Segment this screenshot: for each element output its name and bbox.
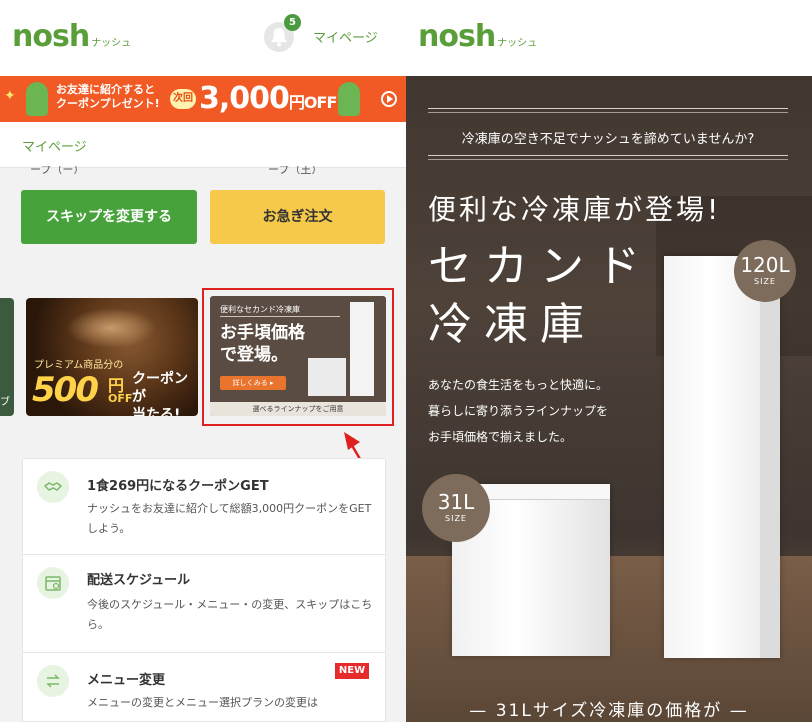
coupon-line2: 当たる! — [132, 407, 181, 416]
banner-line1: お友達に紹介すると — [56, 83, 155, 96]
menu-desc: ナッシュをお友達に紹介して総額3,000円クーポンをGETしよう。 — [87, 502, 372, 535]
freezer-lp-screen: nosh ナッシュ 冷凍庫の空き不足でナッシュを諦めていませんか? 便利な冷凍庫が… — [406, 0, 812, 722]
referral-banner[interactable]: ✦ お友達に紹介すると クーポンプレゼント! 次回 3,000円OFF — [0, 76, 406, 122]
tall-freezer-image — [664, 256, 780, 658]
person-illustration — [26, 82, 48, 116]
hamburg-image — [66, 308, 156, 348]
size-badge-small: 31L SIZE — [422, 474, 490, 542]
hero-title-1: セカンド — [428, 241, 652, 292]
play-icon[interactable] — [381, 91, 397, 107]
menu-item-schedule[interactable]: 配送スケジュール 今後のスケジュール・メニュー・の変更、スキップはこちら。 — [23, 555, 385, 653]
calendar-icon — [45, 576, 61, 591]
coupon-off: OFF — [108, 392, 133, 405]
promo-card-coupon[interactable]: プレミアム商品分の 500 円 OFF クーポンが 当たる! — [26, 298, 198, 416]
menu-desc: メニューの変更とメニュー選択プランの変更は — [87, 696, 318, 709]
menu-title: メニュー変更 — [87, 673, 166, 688]
mypage-link[interactable]: マイページ — [313, 27, 378, 46]
menu-desc: 今後のスケジュール・メニュー・の変更、スキップはこちら。 — [87, 598, 373, 631]
banner-amount: 3,000 — [199, 81, 290, 116]
header: nosh ナッシュ — [406, 0, 812, 76]
divider — [428, 112, 788, 113]
banner-line2: クーポンプレゼント! — [56, 97, 160, 110]
swap-icon — [46, 674, 60, 688]
menu-list: 1食269円になるクーポンGET ナッシュをお友達に紹介して総額3,000円クー… — [22, 458, 386, 722]
size-badge-large: 120L SIZE — [734, 240, 796, 302]
highlight-box — [202, 288, 394, 426]
cut-text-1: ープ（ー） — [30, 166, 85, 174]
logo[interactable]: nosh ナッシュ — [12, 20, 131, 61]
next-label: 次回 — [170, 89, 196, 109]
handshake-icon — [43, 482, 63, 491]
breadcrumb-bar: マイページ — [0, 122, 406, 168]
new-badge: NEW — [335, 663, 369, 679]
mypage-screen: nosh ナッシュ 5 マイページ ✦ お友達に紹介すると クーポンプレゼント! 次… — [0, 0, 406, 722]
menu-title: 1食269円になるクーポンGET — [87, 479, 269, 494]
cut-text-2: ープ（王） — [268, 166, 323, 174]
coupon-line1: クーポンが — [132, 371, 188, 405]
hero-question: 冷凍庫の空き不足でナッシュを諦めていませんか? — [461, 132, 755, 147]
bell-icon — [271, 28, 287, 47]
coupon-pre: プレミアム商品分の — [34, 360, 124, 371]
rush-order-button[interactable]: お急ぎ注文 — [210, 190, 385, 244]
hero-body-3: お手頃価格で揃えました。 — [428, 430, 573, 444]
logo[interactable]: nosh ナッシュ — [418, 20, 537, 61]
divider — [428, 108, 788, 109]
breadcrumb[interactable]: マイページ — [22, 136, 87, 155]
menu-item-menu-change[interactable]: メニュー変更 NEW メニューの変更とメニュー選択プランの変更は — [23, 653, 385, 722]
hero-body-2: 暮らしに寄り添うラインナップを — [428, 404, 609, 418]
banner-amount-unit: 円OFF — [288, 93, 337, 112]
menu-title: 配送スケジュール — [87, 573, 191, 588]
hero-title-2: 冷凍庫 — [428, 299, 596, 350]
coupon-amount: 500 — [32, 370, 99, 410]
notification-badge: 5 — [284, 14, 301, 31]
sparkle-icon: ✦ — [4, 88, 16, 104]
header: nosh ナッシュ 5 マイページ — [0, 0, 406, 76]
person-illustration-2 — [338, 82, 360, 116]
divider — [428, 155, 788, 156]
hero-body-1: あなたの食生活をもっと快適に。 — [428, 378, 609, 392]
divider — [428, 159, 788, 160]
menu-item-coupon[interactable]: 1食269円になるクーポンGET ナッシュをお友達に紹介して総額3,000円クー… — [23, 459, 385, 555]
skip-change-button[interactable]: スキップを変更する — [21, 190, 197, 244]
promo-card-prev[interactable]: ブ — [0, 298, 14, 416]
price-heading: — 31Lサイズ冷凍庫の価格が — — [469, 701, 749, 721]
hero-headline: 便利な冷凍庫が登場! — [428, 193, 722, 226]
